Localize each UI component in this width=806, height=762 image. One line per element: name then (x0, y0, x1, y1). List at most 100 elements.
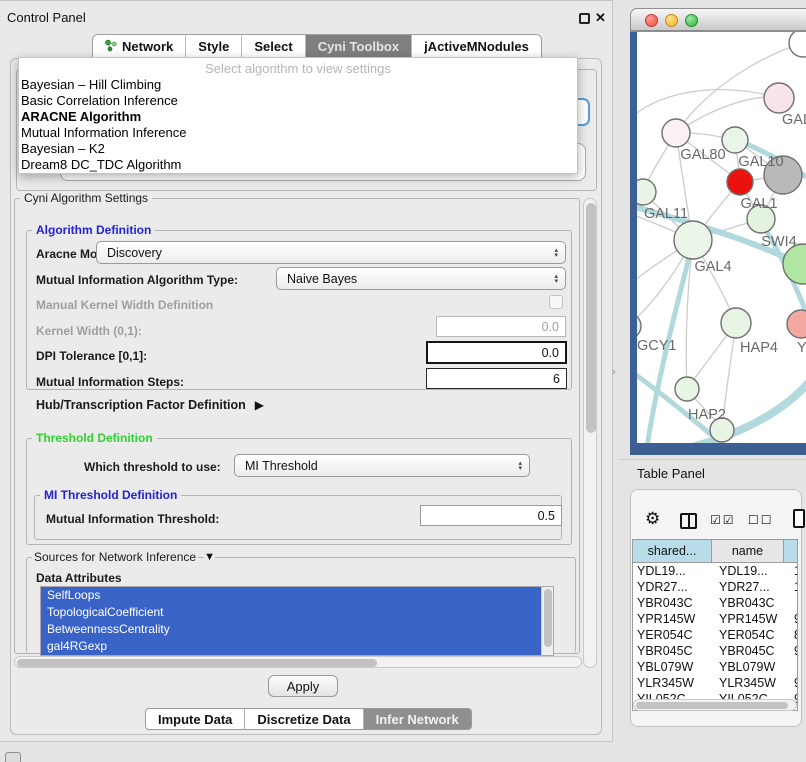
sources-collapser[interactable]: Sources for Network Inference ▼ (32, 550, 215, 564)
table-row[interactable]: YER054C YER054C 8. (633, 627, 797, 643)
cell-name[interactable]: YPR145W (715, 611, 790, 627)
cell-shared-name[interactable]: YLR345W (633, 675, 715, 691)
deselect-all-icon[interactable]: ☐☐ (748, 513, 774, 527)
cell-name[interactable]: YDL19... (715, 563, 790, 579)
column-header-name[interactable]: name (712, 540, 784, 562)
mi-threshold-field[interactable]: 0.5 (420, 505, 562, 526)
cell-value[interactable]: 13 (790, 563, 797, 579)
which-threshold-select[interactable]: MI Threshold ▴▾ (234, 454, 530, 477)
cell-shared-name[interactable]: YPR145W (633, 611, 715, 627)
table-hscrollbar[interactable] (633, 699, 797, 711)
cyni-bottom-tabs: Impute Data Discretize Data Infer Networ… (145, 708, 472, 730)
split-divider-arrow-icon[interactable]: › (612, 366, 616, 378)
mi-type-label: Mutual Information Algorithm Type: (36, 273, 238, 287)
column-header-shared-name[interactable]: shared... (633, 540, 712, 562)
new-table-icon[interactable] (793, 509, 805, 528)
table-row[interactable]: YBR043C YBR043C (633, 595, 797, 611)
settings-hscrollbar[interactable] (14, 656, 582, 668)
cell-shared-name[interactable]: YDL19... (633, 563, 715, 579)
cell-shared-name[interactable]: YDR27... (633, 579, 715, 595)
cell-shared-name[interactable]: YER054C (633, 627, 715, 643)
expand-right-icon: ▶ (255, 398, 264, 412)
tab-style[interactable]: Style (185, 35, 241, 58)
settings-vscrollbar[interactable] (583, 198, 597, 668)
tab-infer-network[interactable]: Infer Network (363, 709, 471, 729)
network-node-gal10[interactable] (722, 127, 748, 153)
network-canvas[interactable]: GAL GAL80 GAL10 GAL1 GAL11 SWI4 GAL4 GCY… (637, 32, 806, 443)
table-row[interactable]: YDL19... YDL19... 13 (633, 563, 797, 579)
cell-shared-name[interactable]: YBR043C (633, 595, 715, 611)
network-node-salmon[interactable] (787, 310, 806, 338)
network-node-gal80[interactable] (662, 119, 690, 147)
dropdown-item[interactable]: Dream8 DC_TDC Algorithm (19, 157, 577, 173)
cell-value[interactable] (790, 659, 797, 675)
close-traffic-light[interactable] (645, 14, 658, 27)
tab-impute-data-label: Impute Data (158, 712, 232, 727)
cell-name[interactable]: YBR045C (715, 643, 790, 659)
network-node[interactable] (789, 32, 806, 57)
tab-network[interactable]: Network (93, 35, 185, 58)
network-node-gal11[interactable] (637, 179, 656, 205)
columns-icon[interactable] (680, 513, 697, 529)
kernel-width-field[interactable]: 0.0 (436, 316, 566, 337)
cell-name[interactable]: YBL079W (715, 659, 790, 675)
network-node-hap2[interactable] (675, 377, 699, 401)
tab-infer-network-label: Infer Network (376, 712, 459, 727)
dropdown-item[interactable]: Mutual Information Inference (19, 125, 577, 141)
network-node-gal[interactable] (764, 83, 794, 113)
dropdown-item[interactable]: Bayesian – K2 (19, 141, 577, 157)
cell-value[interactable]: 9. (790, 611, 797, 627)
cell-shared-name[interactable]: YBR045C (633, 643, 715, 659)
cell-value[interactable]: 9. (790, 675, 797, 691)
cell-name[interactable]: YER054C (715, 627, 790, 643)
manual-kernel-checkbox[interactable] (549, 295, 563, 309)
attributes-scrollbar[interactable] (541, 587, 553, 655)
column-header-partial[interactable] (784, 540, 797, 562)
aracne-mode-select[interactable]: Discovery ▴▾ (96, 241, 566, 264)
table-row[interactable]: YPR145W YPR145W 9. (633, 611, 797, 627)
tab-impute-data[interactable]: Impute Data (146, 709, 244, 729)
cell-value[interactable] (790, 595, 797, 611)
network-node-hap4[interactable] (721, 308, 751, 338)
attribute-item[interactable]: TopologicalCoefficient (41, 604, 553, 621)
cell-shared-name[interactable]: YBL079W (633, 659, 715, 675)
mi-steps-field[interactable]: 6 (426, 368, 567, 389)
network-window-titlebar[interactable] (630, 8, 806, 31)
grid-icon[interactable] (5, 752, 21, 762)
tab-select[interactable]: Select (241, 35, 304, 58)
attribute-item[interactable]: BetweennessCentrality (41, 621, 553, 638)
hub-definition-expander[interactable]: Hub/Transcription Factor Definition ▶ (36, 398, 264, 412)
cell-value[interactable]: 8. (790, 627, 797, 643)
tab-cyni-toolbox[interactable]: Cyni Toolbox (305, 35, 411, 58)
dropdown-item[interactable]: Bayesian – Hill Climbing (19, 77, 577, 93)
cell-value[interactable]: 12 (790, 579, 797, 595)
network-node-gal1[interactable] (727, 169, 753, 195)
cell-name[interactable]: YDR27... (715, 579, 790, 595)
select-all-icon[interactable]: ☑☑ (710, 513, 736, 527)
attribute-item[interactable]: gal4RGexp (41, 638, 553, 655)
cell-name[interactable]: YLR345W (715, 675, 790, 691)
float-window-icon[interactable] (579, 13, 590, 24)
gear-icon[interactable]: ⚙ (645, 509, 660, 529)
network-node-gcy1[interactable] (637, 313, 641, 339)
which-threshold-label: Which threshold to use: (84, 460, 221, 474)
dropdown-item-selected[interactable]: ARACNE Algorithm (19, 109, 577, 125)
dropdown-item[interactable]: Basic Correlation Inference (19, 93, 577, 109)
network-node-green[interactable] (783, 244, 806, 284)
table-row[interactable]: YLR345W YLR345W 9. (633, 675, 797, 691)
table-row[interactable]: YBL079W YBL079W (633, 659, 797, 675)
cell-name[interactable]: YBR043C (715, 595, 790, 611)
cell-value[interactable]: 9. (790, 643, 797, 659)
attribute-item[interactable]: SelfLoops (41, 587, 553, 604)
table-row[interactable]: YDR27... YDR27... 12 (633, 579, 797, 595)
close-icon[interactable]: ✕ (595, 10, 606, 26)
dpi-tolerance-field[interactable]: 0.0 (426, 341, 567, 364)
tab-discretize-data[interactable]: Discretize Data (244, 709, 362, 729)
table-row[interactable]: YBR045C YBR045C 9. (633, 643, 797, 659)
network-node-gal4[interactable] (674, 221, 712, 259)
zoom-traffic-light[interactable] (685, 14, 698, 27)
tab-jactivemnodules[interactable]: jActiveMNodules (411, 35, 541, 58)
apply-button[interactable]: Apply (268, 675, 338, 697)
minimize-traffic-light[interactable] (665, 14, 678, 27)
mi-type-select[interactable]: Naive Bayes ▴▾ (276, 267, 566, 290)
